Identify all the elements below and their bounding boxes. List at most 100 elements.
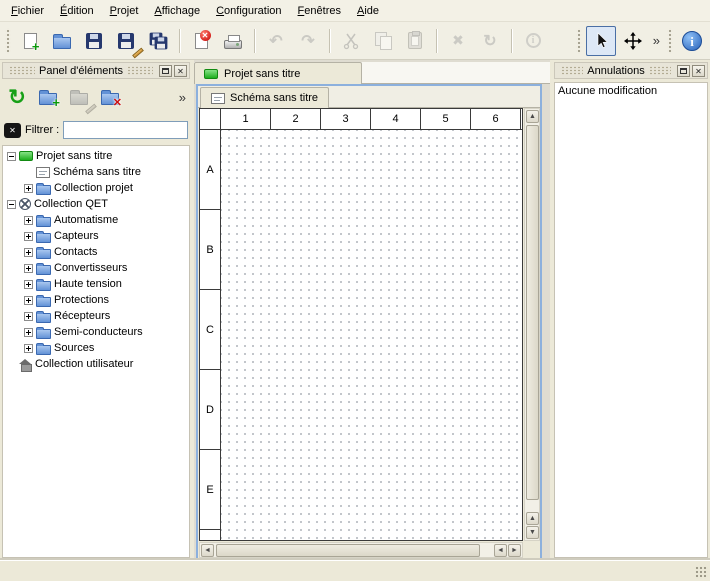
dock-grip[interactable]	[9, 66, 35, 75]
save-all-button[interactable]	[143, 26, 173, 56]
scroll-left-button[interactable]	[201, 544, 214, 557]
expand-icon[interactable]	[24, 184, 33, 193]
close-icon	[177, 65, 184, 77]
tree-item-capteurs[interactable]: Capteurs	[3, 228, 189, 244]
menu-fenetres[interactable]: Fenêtres	[290, 1, 349, 21]
horizontal-scroll-thumb[interactable]	[216, 544, 480, 557]
open-folder-icon	[53, 37, 71, 49]
reload-collections-button[interactable]	[3, 83, 31, 111]
vertical-scroll-thumb[interactable]	[526, 125, 539, 500]
tree-item-contacts[interactable]: Contacts	[3, 244, 189, 260]
new-element-button[interactable]: +	[34, 83, 62, 111]
tab-schema-sans-titre[interactable]: Schéma sans titre	[200, 87, 329, 108]
dock-grip[interactable]	[561, 66, 583, 75]
menu-affichage[interactable]: Affichage	[146, 1, 208, 21]
delete-element-button[interactable]: ✕	[96, 83, 124, 111]
toolbar-handle[interactable]	[667, 28, 673, 54]
dock-float-button[interactable]	[159, 65, 172, 77]
tree-item-protections[interactable]: Protections	[3, 292, 189, 308]
menu-fichier[interactable]: Fichier	[3, 1, 52, 21]
scroll-right-button[interactable]	[508, 544, 521, 557]
toolbar-handle[interactable]	[5, 28, 11, 54]
tree-item-convertisseurs[interactable]: Convertisseurs	[3, 260, 189, 276]
expand-icon[interactable]	[24, 296, 33, 305]
menu-projet[interactable]: Projet	[102, 1, 147, 21]
new-document-button[interactable]: +	[15, 26, 45, 56]
save-button[interactable]	[79, 26, 109, 56]
save-all-icon	[148, 31, 169, 51]
print-button[interactable]	[218, 26, 248, 56]
collapse-icon[interactable]	[7, 152, 16, 161]
tree-item-haute-tension[interactable]: Haute tension	[3, 276, 189, 292]
tree-item-projet-sans-titre[interactable]: Projet sans titre	[3, 148, 189, 164]
redo-button[interactable]	[293, 26, 323, 56]
expand-icon[interactable]	[24, 344, 33, 353]
tree-item-collection-utilisateur[interactable]: Collection utilisateur	[3, 356, 189, 372]
vertical-scrollbar[interactable]	[524, 108, 540, 541]
expand-icon[interactable]	[24, 248, 33, 257]
dock-grip[interactable]	[649, 66, 671, 75]
elements-panel-header[interactable]: Panel d'éléments	[2, 62, 190, 79]
expand-icon[interactable]	[24, 312, 33, 321]
copy-button[interactable]	[368, 26, 398, 56]
element-tree[interactable]: Projet sans titreSchéma sans titreCollec…	[2, 145, 190, 558]
edit-element-button[interactable]	[65, 83, 93, 111]
menu-configuration[interactable]: Configuration	[208, 1, 289, 21]
close-file-button[interactable]	[186, 26, 216, 56]
delete-button[interactable]	[443, 26, 473, 56]
about-help-button[interactable]	[677, 26, 707, 56]
schema-canvas[interactable]	[221, 130, 522, 540]
scroll-up-button[interactable]	[526, 110, 539, 123]
dock-close-button[interactable]	[692, 65, 705, 77]
clear-filter-icon[interactable]	[4, 123, 21, 138]
menu-aide[interactable]: Aide	[349, 1, 387, 21]
info-button[interactable]	[518, 26, 548, 56]
scroll-up-button[interactable]	[526, 512, 539, 525]
dock-close-button[interactable]	[174, 65, 187, 77]
collapse-icon[interactable]	[7, 200, 16, 209]
tree-item-schema-sans-titre[interactable]: Schéma sans titre	[3, 164, 189, 180]
tree-item-label: Convertisseurs	[54, 262, 127, 274]
tree-item-automatisme[interactable]: Automatisme	[3, 212, 189, 228]
ruler-column-label: 1	[221, 109, 271, 129]
tab-projet-sans-titre[interactable]: Projet sans titre	[194, 62, 362, 84]
panel-overflow-button[interactable]: »	[176, 90, 189, 105]
dock-float-button[interactable]	[677, 65, 690, 77]
dock-grip[interactable]	[127, 66, 153, 75]
expand-icon[interactable]	[24, 328, 33, 337]
expand-icon[interactable]	[24, 232, 33, 241]
undo-button[interactable]	[261, 26, 291, 56]
save-as-icon	[118, 33, 134, 49]
resize-grip[interactable]	[695, 566, 708, 579]
ruler-corner	[200, 109, 221, 130]
expand-icon[interactable]	[24, 264, 33, 273]
undo-panel-header[interactable]: Annulations	[554, 62, 708, 79]
status-bar	[0, 560, 710, 581]
ruler-column-label: 2	[271, 109, 321, 129]
select-tool-button[interactable]	[586, 26, 616, 56]
tree-item-collection-qet[interactable]: Collection QET	[3, 196, 189, 212]
menu-edition[interactable]: Édition	[52, 1, 102, 21]
scissors-icon	[342, 32, 360, 50]
schema-tab-label: Schéma sans titre	[230, 92, 318, 104]
tree-item-semi-conducteurs[interactable]: Semi-conducteurs	[3, 324, 189, 340]
save-as-button[interactable]	[111, 26, 141, 56]
filter-input[interactable]	[63, 121, 188, 139]
move-tool-button[interactable]	[618, 26, 648, 56]
toolbar-handle[interactable]	[576, 28, 582, 54]
scroll-left-button[interactable]	[494, 544, 507, 557]
tree-item-sources[interactable]: Sources	[3, 340, 189, 356]
expand-icon[interactable]	[24, 280, 33, 289]
tree-item-recepteurs[interactable]: Récepteurs	[3, 308, 189, 324]
undo-history-list[interactable]: Aucune modification	[554, 82, 708, 558]
toolbar-overflow-button[interactable]: »	[650, 33, 663, 48]
expand-icon[interactable]	[24, 216, 33, 225]
scroll-down-button[interactable]	[526, 526, 539, 539]
paste-button[interactable]	[400, 26, 430, 56]
rotate-button[interactable]	[475, 26, 505, 56]
cut-button[interactable]	[336, 26, 366, 56]
open-project-button[interactable]	[47, 26, 77, 56]
horizontal-scrollbar[interactable]	[199, 542, 523, 558]
qet-icon	[19, 198, 31, 210]
tree-item-collection-projet[interactable]: Collection projet	[3, 180, 189, 196]
